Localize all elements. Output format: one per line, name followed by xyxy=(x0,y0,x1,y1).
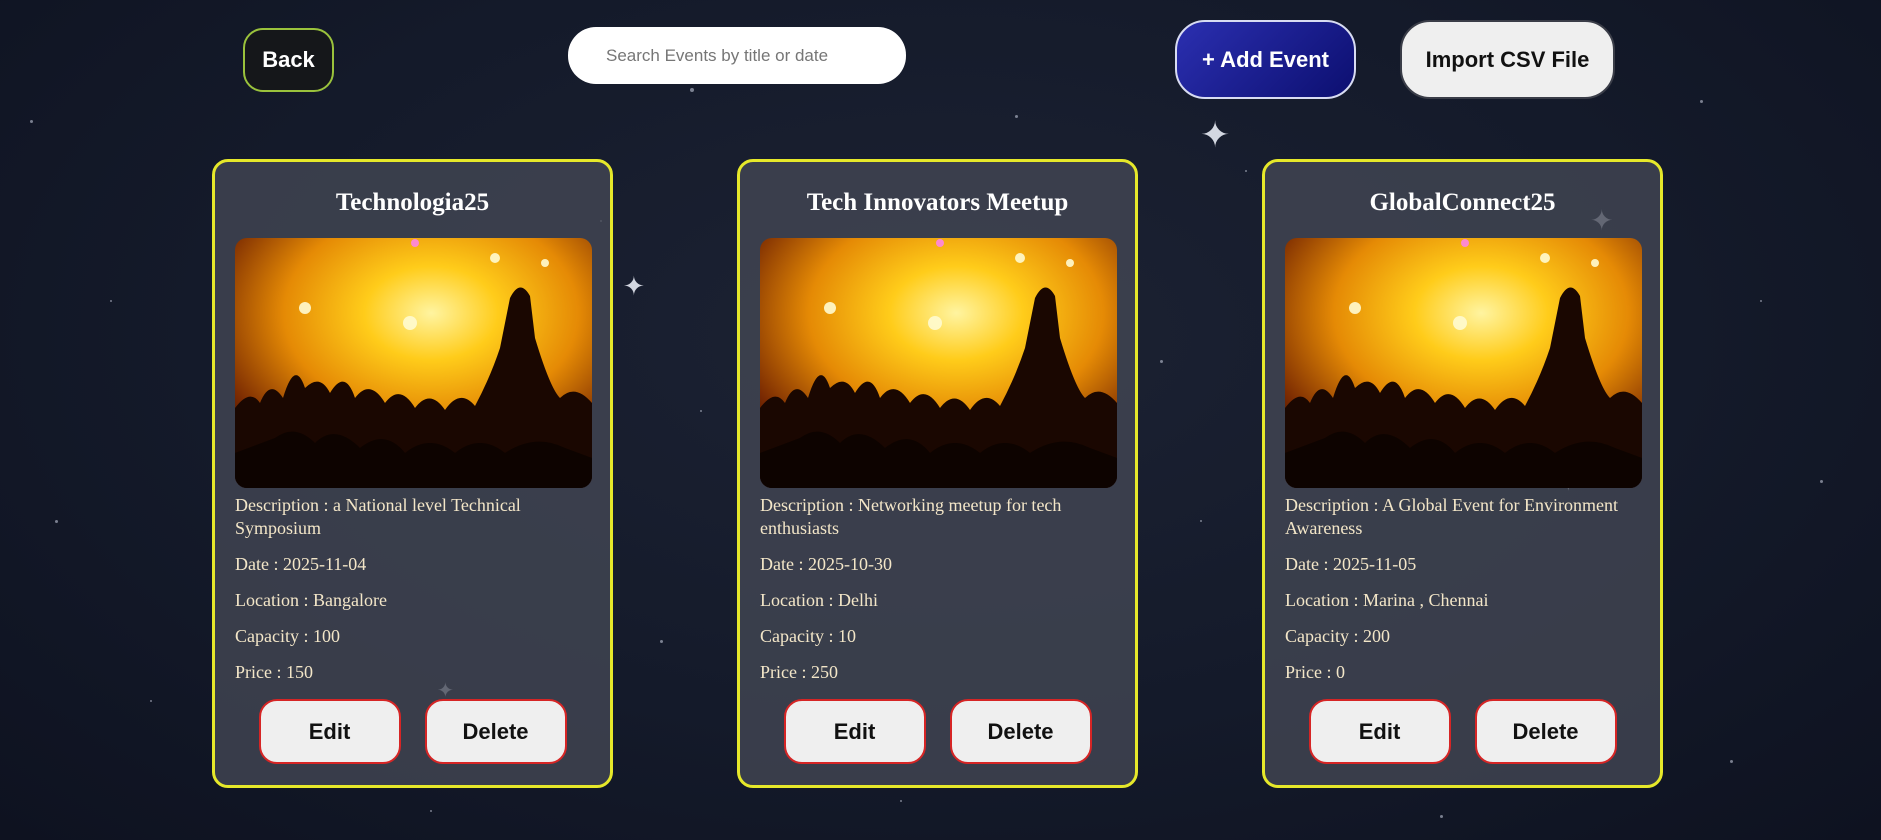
search-input[interactable] xyxy=(568,27,906,84)
event-card: Technologia25 Description : a National l… xyxy=(212,159,613,788)
event-image xyxy=(760,238,1117,488)
event-date: Date : 2025-11-05 xyxy=(1285,554,1417,574)
edit-button[interactable]: Edit xyxy=(1308,699,1451,764)
event-location: Location : Marina , Chennai xyxy=(1285,590,1489,610)
concert-crowd-photo xyxy=(1285,238,1642,488)
edit-button[interactable]: Edit xyxy=(258,699,401,764)
event-card: Tech Innovators Meetup Description : Net… xyxy=(737,159,1138,788)
event-image xyxy=(1285,238,1642,488)
event-title: GlobalConnect25 xyxy=(1369,189,1556,216)
event-capacity: Capacity : 10 xyxy=(760,626,856,646)
event-price: Price : 250 xyxy=(760,662,838,682)
event-description: Description : A Global Event for Environ… xyxy=(1285,495,1618,538)
event-description: Description : a National level Technical… xyxy=(235,495,521,538)
concert-crowd-photo xyxy=(760,238,1117,488)
event-price: Price : 150 xyxy=(235,662,313,682)
event-title: Technologia25 xyxy=(335,189,490,216)
import-csv-button[interactable]: Import CSV File xyxy=(1400,20,1615,99)
event-location: Location : Delhi xyxy=(760,590,878,610)
delete-button[interactable]: Delete xyxy=(424,699,567,764)
event-location: Location : Bangalore xyxy=(235,590,387,610)
event-description: Description : Networking meetup for tech… xyxy=(760,495,1062,538)
delete-button[interactable]: Delete xyxy=(1474,699,1617,764)
delete-button[interactable]: Delete xyxy=(949,699,1092,764)
event-title: Tech Innovators Meetup xyxy=(806,189,1069,216)
event-capacity: Capacity : 200 xyxy=(1285,626,1390,646)
event-date: Date : 2025-11-04 xyxy=(235,554,367,574)
event-capacity: Capacity : 100 xyxy=(235,626,340,646)
event-card: GlobalConnect25 Description : A Global E… xyxy=(1262,159,1663,788)
edit-button[interactable]: Edit xyxy=(783,699,926,764)
back-button[interactable]: Back xyxy=(243,28,334,92)
concert-crowd-photo xyxy=(235,238,592,488)
event-date: Date : 2025-10-30 xyxy=(760,554,892,574)
event-image xyxy=(235,238,592,488)
add-event-button[interactable]: + Add Event xyxy=(1175,20,1356,99)
event-price: Price : 0 xyxy=(1285,662,1345,682)
